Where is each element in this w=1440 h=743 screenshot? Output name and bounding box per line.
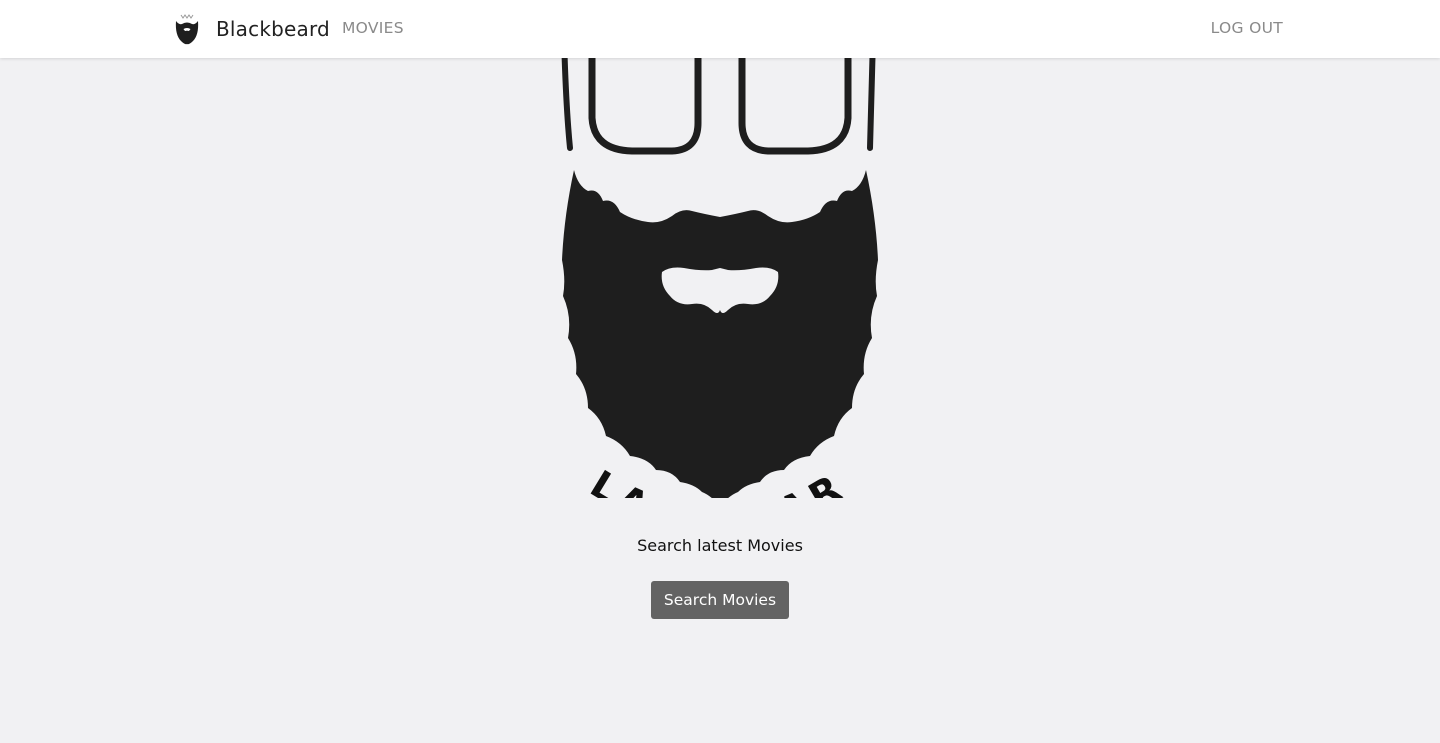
- brand-link[interactable]: Blackbeard: [172, 12, 330, 46]
- glasses-icon: [561, 58, 876, 155]
- blackbeard-logo: BLACKBEARD: [540, 58, 878, 498]
- nav-link-movies[interactable]: MOVIES: [342, 19, 404, 37]
- top-navbar: Blackbeard MOVIES LOG OUT: [0, 0, 1440, 58]
- hero-tagline: Search latest Movies: [637, 536, 803, 555]
- nav-link-logout[interactable]: LOG OUT: [1211, 19, 1283, 37]
- beard-shape: [562, 170, 878, 498]
- search-movies-button[interactable]: Search Movies: [651, 581, 789, 619]
- brand-name: Blackbeard: [216, 17, 330, 41]
- beard-logo-icon: [175, 14, 199, 45]
- hero-section: BLACKBEARD Search latest Movies Search M…: [0, 58, 1440, 743]
